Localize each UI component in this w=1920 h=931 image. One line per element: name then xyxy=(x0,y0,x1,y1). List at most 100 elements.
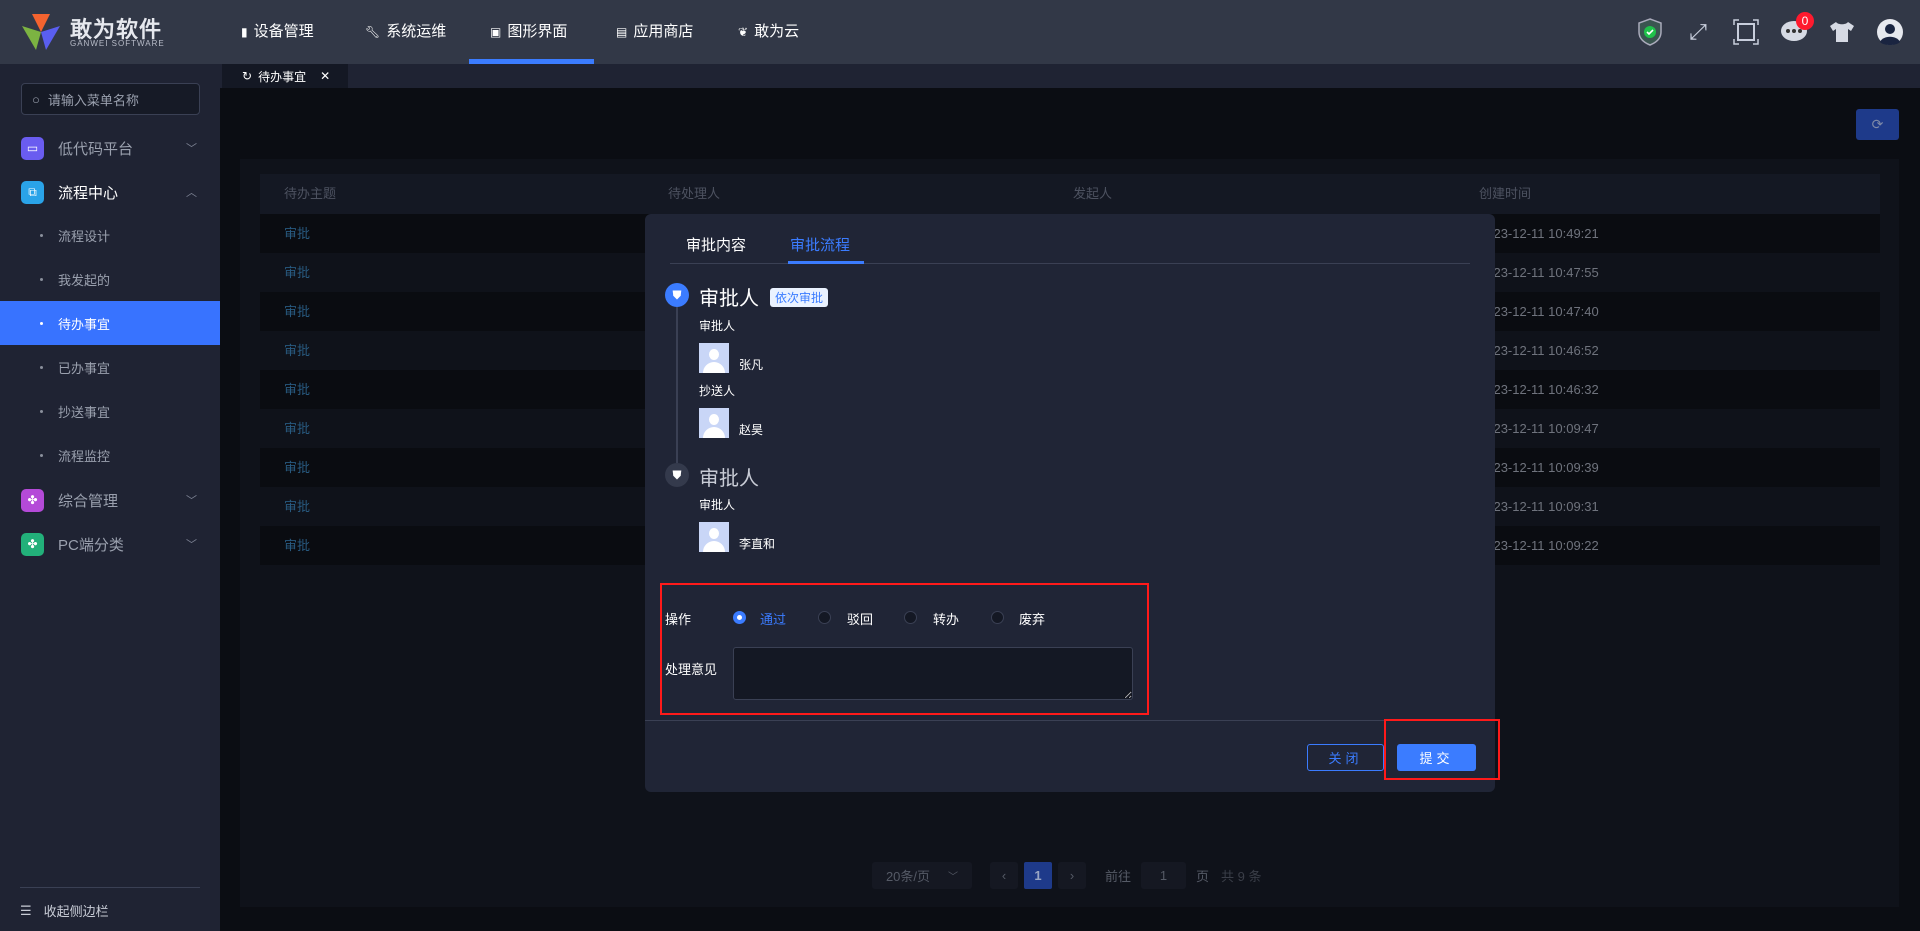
goto-page-input[interactable]: 1 xyxy=(1141,862,1186,889)
sidebar-group-admin[interactable]: ✤ 综合管理 ﹀ xyxy=(0,478,220,522)
nav-app-store[interactable]: ▤ 应用商店 xyxy=(616,0,693,64)
group-label: PC端分类 xyxy=(58,536,124,554)
grid-icon: ✤ xyxy=(21,488,44,512)
subject-link[interactable]: 审批 xyxy=(284,526,310,565)
subject-link[interactable]: 审批 xyxy=(284,487,310,526)
close-icon[interactable]: ✕ xyxy=(320,69,330,83)
column-header: 创建时间 xyxy=(1479,186,1532,201)
created-time: 2023-12-11 10:46:52 xyxy=(1479,343,1599,358)
nav-system-ops[interactable]: 🔧︎ 系统运维 xyxy=(365,0,446,64)
page-size-select[interactable]: 20条/页 ﹀ xyxy=(872,862,972,889)
tab-approval-content[interactable]: 审批内容 xyxy=(686,234,746,255)
sidebar-item-process-design[interactable]: 流程设计 xyxy=(0,213,220,257)
subject-link[interactable]: 审批 xyxy=(284,253,310,292)
person-avatar xyxy=(699,408,729,438)
page-unit-label: 页 xyxy=(1196,869,1210,884)
approver-stamp-icon: ⛊ xyxy=(665,463,689,487)
nav-label: 设备管理 xyxy=(253,23,314,40)
sidebar-item-cc[interactable]: 抄送事宜 xyxy=(0,389,220,433)
sidebar-item-todo[interactable]: 待办事宜 xyxy=(0,301,220,345)
created-time: 2023-12-11 10:09:31 xyxy=(1479,499,1599,514)
monitor-icon: ▣ xyxy=(490,25,502,39)
store-icon: ▤ xyxy=(616,25,628,39)
subject-link[interactable]: 审批 xyxy=(284,370,310,409)
subject-link[interactable]: 审批 xyxy=(284,448,310,487)
chevron-down-icon: ﹀ xyxy=(186,495,197,507)
column-header: 待办主题 xyxy=(284,186,337,201)
shield-icon[interactable] xyxy=(1636,18,1664,46)
sidebar-divider xyxy=(20,887,200,888)
next-page-button[interactable]: › xyxy=(1058,862,1086,889)
group-label: 综合管理 xyxy=(58,492,119,510)
workflow-icon: ⧉ xyxy=(21,180,44,204)
theme-shirt-icon[interactable] xyxy=(1828,18,1856,46)
sidebar-item-initiated[interactable]: 我发起的 xyxy=(0,257,220,301)
grid-icon: ✤ xyxy=(21,532,44,556)
nav-label: 敢为云 xyxy=(754,23,800,40)
item-label: 已办事宜 xyxy=(58,360,111,376)
subject-link[interactable]: 审批 xyxy=(284,409,310,448)
step-title: 审批人 xyxy=(699,288,759,310)
collapse-icon: ☰ xyxy=(20,902,32,918)
message-count-badge: 0 xyxy=(1796,12,1814,30)
person-name: 赵昊 xyxy=(739,423,764,437)
page-1[interactable]: 1 xyxy=(1024,862,1052,889)
nav-device-management[interactable]: ▮ 设备管理 xyxy=(241,0,314,64)
created-time: 2023-12-11 10:09:47 xyxy=(1479,421,1599,436)
chevron-up-icon: ︿ xyxy=(186,187,197,199)
book-icon: ▮ xyxy=(241,25,248,39)
fullscreen-expand-icon[interactable]: ⤢ xyxy=(1684,18,1712,46)
nav-graphic-ui[interactable]: ▣ 图形界面 xyxy=(490,0,567,64)
timeline-line xyxy=(676,307,678,463)
item-label: 待办事宜 xyxy=(58,316,111,332)
sidebar-group-workflow[interactable]: ⧉ 流程中心 ︿ xyxy=(0,170,220,214)
search-icon: ○ xyxy=(32,91,40,107)
refresh-icon: ↻ xyxy=(242,69,253,83)
sidebar-item-monitor[interactable]: 流程监控 xyxy=(0,433,220,477)
wrench-icon: 🔧︎ xyxy=(365,25,381,39)
logo-icon xyxy=(22,14,60,50)
created-time: 2023-12-11 10:09:39 xyxy=(1479,460,1599,475)
page-size-value: 20条/页 xyxy=(885,869,931,884)
user-avatar[interactable] xyxy=(1876,18,1904,46)
sequential-approval-tag: 依次审批 xyxy=(770,288,829,307)
logo-subtitle: GANWEI SOFTWARE xyxy=(70,39,165,48)
collapse-sidebar-button[interactable]: ☰ 收起侧边栏 xyxy=(20,901,109,920)
item-label: 我发起的 xyxy=(58,272,111,288)
refresh-button[interactable]: ⟳ xyxy=(1856,109,1899,140)
person-name: 李直和 xyxy=(739,537,776,551)
goto-label: 前往 xyxy=(1105,869,1132,884)
collapse-label: 收起侧边栏 xyxy=(43,904,109,919)
tab-label: 待办事宜 xyxy=(258,69,307,84)
nav-label: 系统运维 xyxy=(386,23,447,40)
subject-link[interactable]: 审批 xyxy=(284,292,310,331)
top-header: 敢为软件 GANWEI SOFTWARE ▮ 设备管理 🔧︎ 系统运维 ▣ 图形界面 … xyxy=(0,0,1920,64)
sidebar-group-lowcode[interactable]: ▭ 低代码平台 ﹀ xyxy=(0,126,220,170)
search-placeholder: 请输入菜单名称 xyxy=(47,92,139,108)
screen-frame-icon[interactable] xyxy=(1732,18,1760,46)
column-header: 待处理人 xyxy=(668,186,721,201)
highlight-box-submit xyxy=(1384,719,1500,780)
group-label: 低代码平台 xyxy=(58,140,134,158)
close-button[interactable]: 关闭 xyxy=(1307,744,1384,771)
item-label: 流程监控 xyxy=(58,448,111,464)
subject-link[interactable]: 审批 xyxy=(284,214,310,253)
group-label: 审批人 xyxy=(699,319,736,333)
refresh-icon: ⟳ xyxy=(1871,116,1884,132)
group-label: 抄送人 xyxy=(699,384,736,398)
chevron-down-icon: ﹀ xyxy=(186,539,197,551)
sidebar-item-done[interactable]: 已办事宜 xyxy=(0,345,220,389)
menu-search-input[interactable]: ○ 请输入菜单名称 xyxy=(21,83,200,115)
active-tab-indicator xyxy=(788,261,864,264)
subject-link[interactable]: 审批 xyxy=(284,331,310,370)
group-label: 流程中心 xyxy=(58,184,119,202)
nav-ganwei-cloud[interactable]: ❦ 敢为云 xyxy=(738,0,799,64)
prev-page-button[interactable]: ‹ xyxy=(990,862,1018,889)
nav-label: 图形界面 xyxy=(507,23,568,40)
tab-approval-flow[interactable]: 审批流程 xyxy=(790,234,850,255)
item-label: 流程设计 xyxy=(58,228,111,244)
sidebar-group-pc[interactable]: ✤ PC端分类 ﹀ xyxy=(0,522,220,566)
table-header: 待办主题 待处理人 发起人 创建时间 xyxy=(260,174,1880,214)
chevron-down-icon: ﹀ xyxy=(948,872,959,883)
tab-todo[interactable]: ↻ 待办事宜 ✕ xyxy=(222,64,348,88)
